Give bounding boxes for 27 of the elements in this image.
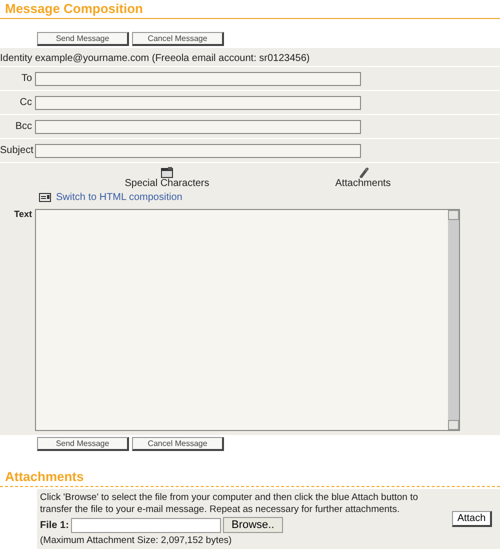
scrollbar[interactable] [448,210,459,430]
size-note: (Maximum Attachment Size: 2,097,152 bytes) [40,535,232,546]
identity-value: example@yourname.com (Freeola email account: sr0123456) [35,52,310,64]
field-label: Text [13,209,32,219]
message-button[interactable]: Send Message [37,437,129,451]
window-icon [39,193,51,202]
field-label: Subject [0,145,32,156]
input-field[interactable] [35,144,361,158]
file-field[interactable] [70,518,221,532]
message-button[interactable]: Send Message [37,32,129,46]
html-composition-link[interactable]: Switch to HTML composition [56,192,182,203]
message-button[interactable]: Cancel Message [132,437,224,451]
file-label: File 1: [40,520,69,530]
field-label: Bcc [14,121,32,132]
field-label: Cc [18,97,32,108]
section-title: Message Composition [0,0,500,19]
message-button[interactable]: Cancel Message [132,32,224,46]
input-field[interactable] [35,120,361,134]
section-title: Attachments [0,468,500,487]
instructions-text: Click 'Browse' to select the file from your computer and then click the blue Attach button to transfer the file to your e-mail message. Repeat as necessary for further attachments. [40,492,420,516]
input-field[interactable] [35,72,361,86]
field-label: Identity [0,52,32,64]
field-label: To [20,73,32,84]
browse-button[interactable]: Browse.. [222,517,283,533]
attach-button[interactable]: Attach [452,511,492,527]
input-field[interactable] [35,96,361,110]
window-icon [161,167,173,178]
